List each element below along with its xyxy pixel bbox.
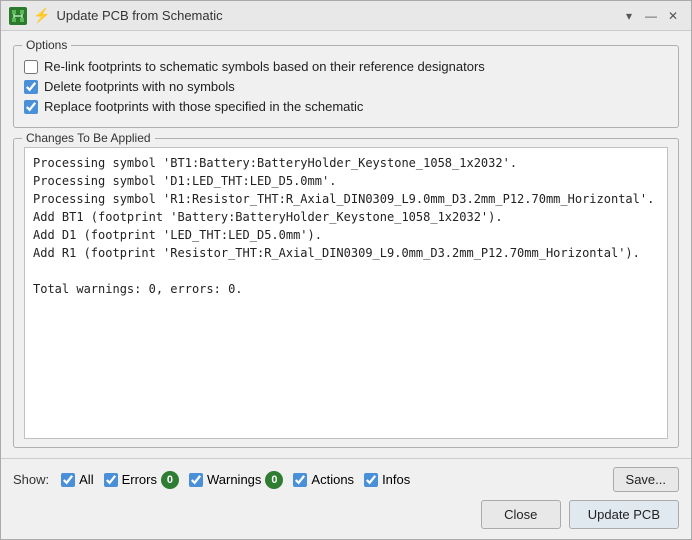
show-filters: Show: All Errors 0 Warnings 0 Actions [13,471,410,489]
replace-label: Replace footprints with those specified … [44,99,363,114]
update-pcb-button[interactable]: Update PCB [569,500,679,529]
titlebar-left: ⚡ Update PCB from Schematic [9,7,223,25]
option-relink-row: Re-link footprints to schematic symbols … [24,59,668,74]
option-replace-row: Replace footprints with those specified … [24,99,668,114]
filter-errors-checkbox[interactable] [104,473,118,487]
bottom-bar: Show: All Errors 0 Warnings 0 Actions [1,458,691,500]
filter-infos: Infos [364,472,410,487]
content-area: Options Re-link footprints to schematic … [1,31,691,458]
app-icon [9,7,27,25]
filter-errors: Errors 0 [104,471,179,489]
filter-all-label: All [79,472,93,487]
filter-infos-checkbox[interactable] [364,473,378,487]
log-line [33,262,659,280]
errors-badge: 0 [161,471,179,489]
filter-all-checkbox[interactable] [61,473,75,487]
filter-warnings: Warnings 0 [189,471,283,489]
close-button-footer[interactable]: Close [481,500,561,529]
warnings-badge: 0 [265,471,283,489]
main-window: ⚡ Update PCB from Schematic ▾ — ✕ Option… [0,0,692,540]
save-button[interactable]: Save... [613,467,679,492]
footer-buttons: Close Update PCB [1,500,691,539]
options-group: Options Re-link footprints to schematic … [13,45,679,128]
filter-actions: Actions [293,472,354,487]
log-line: Processing symbol 'R1:Resistor_THT:R_Axi… [33,190,659,208]
log-line: Add R1 (footprint 'Resistor_THT:R_Axial_… [33,244,659,262]
window-title: Update PCB from Schematic [56,8,222,23]
chevron-down-button[interactable]: ▾ [619,6,639,26]
delete-label: Delete footprints with no symbols [44,79,235,94]
log-line: Processing symbol 'BT1:Battery:BatteryHo… [33,154,659,172]
titlebar-controls: ▾ — ✕ [619,6,683,26]
replace-checkbox[interactable] [24,100,38,114]
filter-warnings-label: Warnings [207,472,261,487]
filter-actions-checkbox[interactable] [293,473,307,487]
relink-checkbox[interactable] [24,60,38,74]
close-button[interactable]: ✕ [663,6,683,26]
filter-errors-label: Errors [122,472,157,487]
log-line: Add BT1 (footprint 'Battery:BatteryHolde… [33,208,659,226]
minimize-button[interactable]: — [641,6,661,26]
changes-group-label: Changes To Be Applied [22,131,155,145]
log-line: Total warnings: 0, errors: 0. [33,280,659,298]
log-line: Add D1 (footprint 'LED_THT:LED_D5.0mm'). [33,226,659,244]
delete-checkbox[interactable] [24,80,38,94]
filter-warnings-checkbox[interactable] [189,473,203,487]
log-area[interactable]: Processing symbol 'BT1:Battery:BatteryHo… [24,147,668,439]
option-delete-row: Delete footprints with no symbols [24,79,668,94]
options-group-label: Options [22,38,71,52]
relink-label: Re-link footprints to schematic symbols … [44,59,485,74]
log-line: Processing symbol 'D1:LED_THT:LED_D5.0mm… [33,172,659,190]
titlebar: ⚡ Update PCB from Schematic ▾ — ✕ [1,1,691,31]
show-label: Show: [13,472,49,487]
filter-infos-label: Infos [382,472,410,487]
changes-group: Changes To Be Applied Processing symbol … [13,138,679,448]
filter-actions-label: Actions [311,472,354,487]
filter-all: All [61,472,93,487]
titlebar-icon-secondary: ⚡ [33,7,50,24]
